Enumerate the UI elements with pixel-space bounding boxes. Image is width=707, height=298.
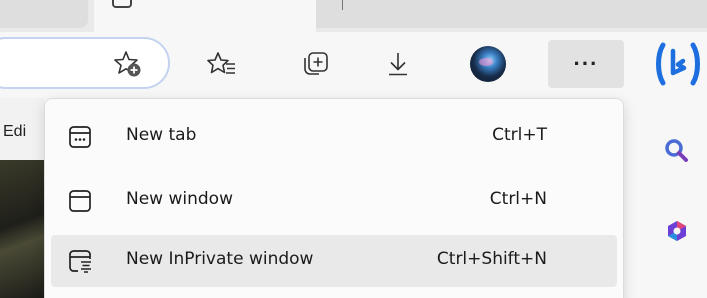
sidebar-office-button[interactable] bbox=[662, 216, 692, 246]
toolbar: ··· bbox=[0, 32, 707, 98]
profile-button[interactable] bbox=[464, 40, 512, 88]
collections-button[interactable] bbox=[292, 40, 340, 88]
tab-next[interactable] bbox=[316, 0, 707, 28]
menu-shortcut-new-window: Ctrl+N bbox=[489, 189, 547, 209]
favorites-button[interactable] bbox=[198, 40, 246, 88]
menu-shortcut-new-tab: Ctrl+T bbox=[492, 125, 547, 145]
new-window-icon bbox=[69, 190, 91, 212]
page-image bbox=[0, 160, 44, 298]
add-favorite-icon bbox=[114, 51, 141, 77]
menu-label-new-window: New window bbox=[126, 189, 233, 209]
downloads-button[interactable] bbox=[374, 40, 422, 88]
more-icon: ··· bbox=[573, 51, 599, 76]
tab-strip bbox=[0, 0, 707, 32]
more-options-button[interactable]: ··· bbox=[548, 40, 624, 88]
menu-shortcut-new-inprivate-window: Ctrl+Shift+N bbox=[436, 249, 547, 269]
browser-window: ··· Edi New tab Ctrl+T New window Ctrl+N… bbox=[0, 0, 707, 298]
collections-icon bbox=[304, 52, 328, 75]
menu-label-new-inprivate-window: New InPrivate window bbox=[126, 249, 314, 269]
add-favorite-button[interactable] bbox=[104, 40, 152, 88]
profile-avatar bbox=[470, 46, 506, 82]
tab-page-icon bbox=[112, 0, 132, 8]
menu-item-new-window[interactable]: New window Ctrl+N bbox=[51, 175, 617, 227]
tab-divider bbox=[342, 0, 343, 10]
office-icon bbox=[668, 221, 686, 241]
new-tab-icon bbox=[69, 126, 91, 148]
inprivate-window-icon bbox=[69, 250, 91, 273]
page-link-partial[interactable]: Edi bbox=[3, 123, 26, 141]
menu-label-new-tab: New tab bbox=[126, 125, 197, 145]
right-sidebar bbox=[628, 98, 707, 298]
search-icon bbox=[665, 139, 688, 162]
favorites-icon bbox=[207, 52, 235, 74]
more-options-menu: New tab Ctrl+T New window Ctrl+N New InP… bbox=[44, 98, 624, 298]
bing-copilot-icon bbox=[656, 42, 700, 86]
sidebar-search-button[interactable] bbox=[662, 136, 692, 166]
tab-previous[interactable] bbox=[0, 0, 88, 28]
downloads-icon bbox=[389, 53, 407, 76]
menu-item-new-inprivate-window[interactable]: New InPrivate window Ctrl+Shift+N bbox=[51, 235, 617, 287]
bing-copilot-button[interactable] bbox=[652, 38, 704, 90]
menu-item-new-tab[interactable]: New tab Ctrl+T bbox=[51, 111, 617, 163]
